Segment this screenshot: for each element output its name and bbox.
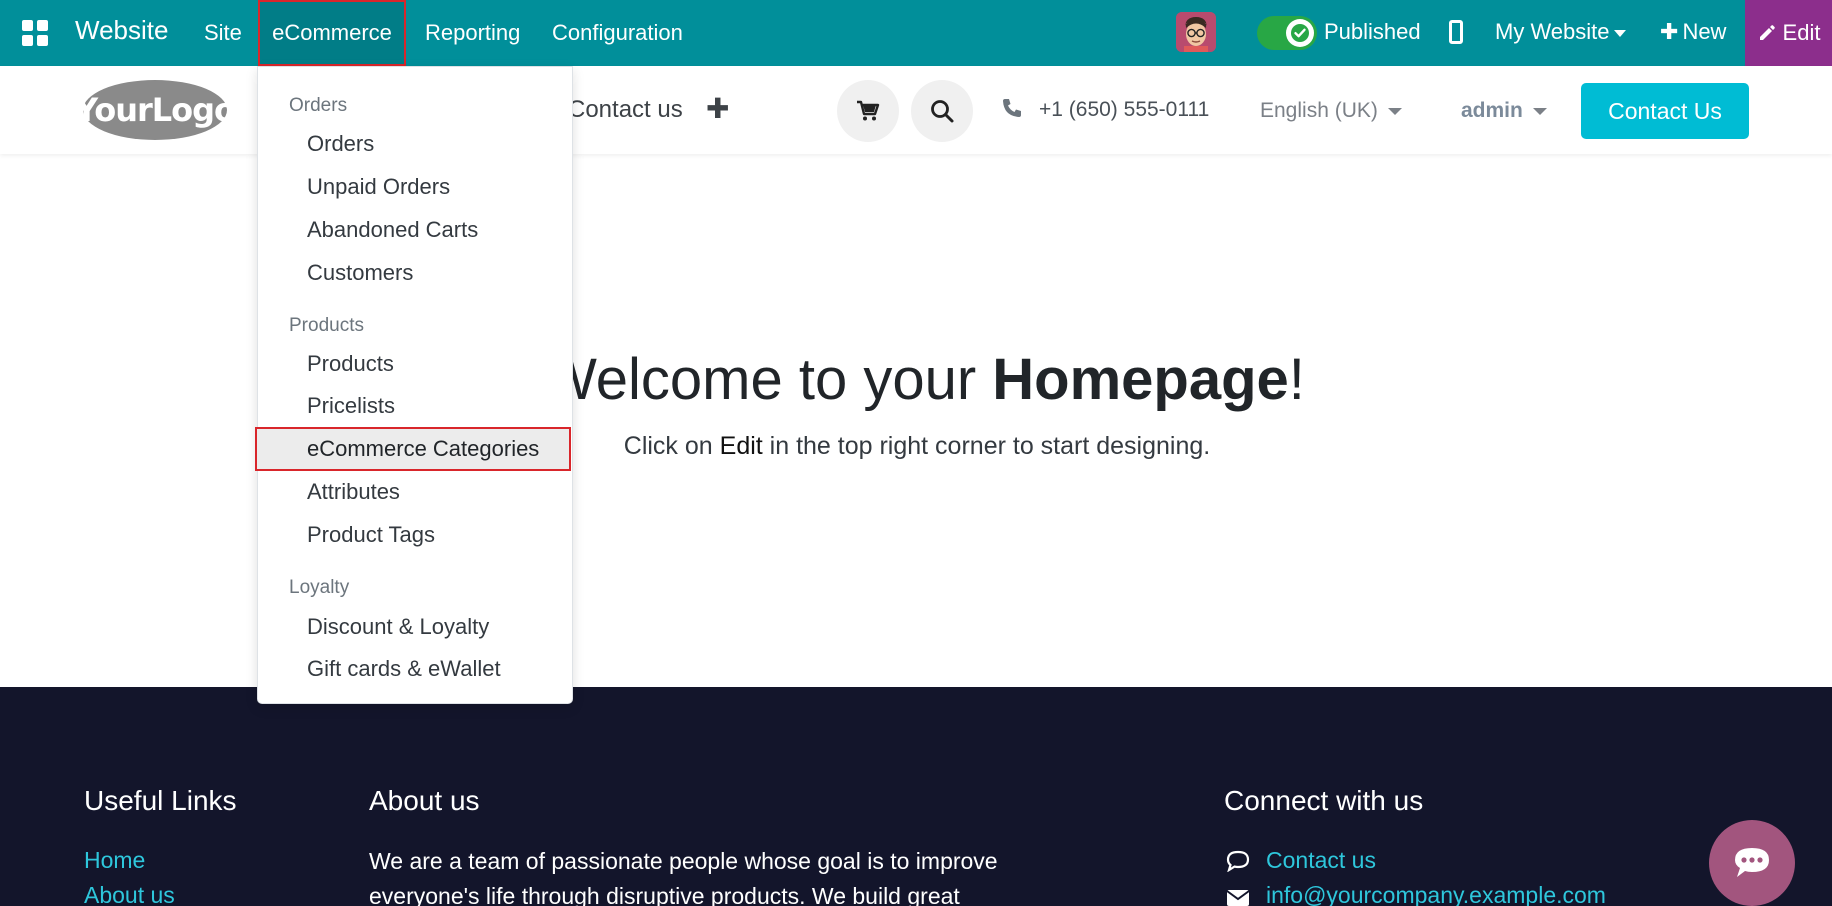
search-icon — [931, 100, 954, 123]
app-brand[interactable]: Website — [75, 15, 168, 46]
menu-item-gift-cards[interactable]: Gift cards & eWallet — [307, 656, 501, 682]
website-selector-label: My Website — [1495, 19, 1610, 44]
edit-button[interactable]: Edit — [1745, 0, 1832, 66]
new-button[interactable]: ✚ New — [1660, 19, 1726, 45]
contact-us-button[interactable]: Contact Us — [1581, 83, 1749, 139]
apps-menu-icon[interactable] — [22, 20, 48, 46]
hero-title-bold: Homepage — [992, 347, 1289, 412]
livechat-button[interactable] — [1709, 820, 1795, 906]
dropdown-header-orders: Orders — [289, 95, 348, 116]
envelope-icon — [1226, 890, 1250, 906]
published-label[interactable]: Published — [1324, 19, 1421, 45]
menu-site[interactable]: Site — [204, 0, 242, 66]
menu-reporting[interactable]: Reporting — [425, 0, 520, 66]
footer-link-about[interactable]: About us — [84, 882, 175, 906]
hero-sub-edit: Edit — [719, 432, 763, 460]
footer-connect-title: Connect with us — [1224, 785, 1424, 816]
nav-contact-us[interactable]: Contact us — [568, 96, 683, 124]
ecommerce-dropdown-menu: Orders Orders Unpaid Orders Abandoned Ca… — [255, 66, 573, 704]
cart-icon — [857, 100, 880, 121]
plus-icon: ✚ — [1660, 19, 1679, 44]
mobile-preview-icon[interactable] — [1449, 20, 1463, 44]
menu-item-ecommerce-categories[interactable]: eCommerce Categories — [255, 427, 571, 471]
phone-number[interactable]: +1 (650) 555-0111 — [1039, 98, 1209, 122]
language-label: English (UK) — [1260, 99, 1378, 122]
phone-icon — [1003, 99, 1021, 117]
menu-item-pricelists[interactable]: Pricelists — [307, 393, 395, 419]
hero-title-post: ! — [1288, 347, 1305, 412]
footer-useful-links-title: Useful Links — [84, 785, 237, 816]
dropdown-header-products: Products — [289, 315, 364, 336]
admin-topbar: Website Site eCommerce Reporting Configu… — [0, 0, 1832, 66]
user-menu[interactable]: admin — [1461, 99, 1547, 123]
user-avatar[interactable] — [1176, 12, 1216, 52]
hero-title-pre: Welcome to your — [542, 347, 993, 412]
footer-link-home[interactable]: Home — [84, 847, 145, 874]
language-selector[interactable]: English (UK) — [1260, 99, 1402, 123]
menu-configuration[interactable]: Configuration — [552, 0, 683, 66]
footer-email-link[interactable]: info@yourcompany.example.com — [1266, 882, 1606, 906]
menu-item-discount-loyalty[interactable]: Discount & Loyalty — [307, 614, 489, 640]
caret-down-icon — [1387, 107, 1402, 115]
menu-item-product-tags[interactable]: Product Tags — [307, 522, 435, 548]
add-menu-icon[interactable]: ✚ — [706, 92, 729, 125]
menu-ecommerce[interactable]: eCommerce — [258, 0, 406, 66]
comment-icon — [1226, 850, 1250, 872]
site-logo[interactable]: YourLogo — [75, 80, 236, 140]
footer-contact-link[interactable]: Contact us — [1266, 847, 1376, 874]
menu-item-orders[interactable]: Orders — [307, 131, 374, 157]
footer-about-text: We are a team of passionate people whose… — [369, 848, 998, 906]
caret-down-icon — [1613, 29, 1626, 37]
published-toggle[interactable] — [1257, 16, 1317, 50]
edit-button-label: Edit — [1782, 20, 1821, 45]
user-name: admin — [1461, 99, 1523, 122]
website-selector[interactable]: My Website — [1495, 19, 1626, 45]
cart-button[interactable] — [837, 80, 899, 142]
menu-item-abandoned-carts[interactable]: Abandoned Carts — [307, 217, 478, 243]
search-button[interactable] — [911, 80, 973, 142]
hero-sub-pre: Click on — [623, 432, 720, 460]
site-footer: Useful Links Home About us About us We a… — [0, 687, 1832, 906]
dropdown-header-loyalty: Loyalty — [289, 577, 350, 598]
menu-item-attributes[interactable]: Attributes — [307, 479, 400, 505]
menu-item-customers[interactable]: Customers — [307, 260, 413, 286]
menu-item-unpaid-orders[interactable]: Unpaid Orders — [307, 174, 450, 200]
pencil-icon — [1759, 25, 1775, 40]
caret-down-icon — [1532, 107, 1547, 115]
hero-sub-post: in the top right corner to start designi… — [762, 432, 1211, 460]
footer-about-title: About us — [369, 785, 480, 816]
check-icon — [1286, 19, 1314, 47]
new-button-label: New — [1682, 19, 1727, 44]
chat-icon — [1735, 848, 1769, 877]
menu-item-products[interactable]: Products — [307, 351, 394, 377]
